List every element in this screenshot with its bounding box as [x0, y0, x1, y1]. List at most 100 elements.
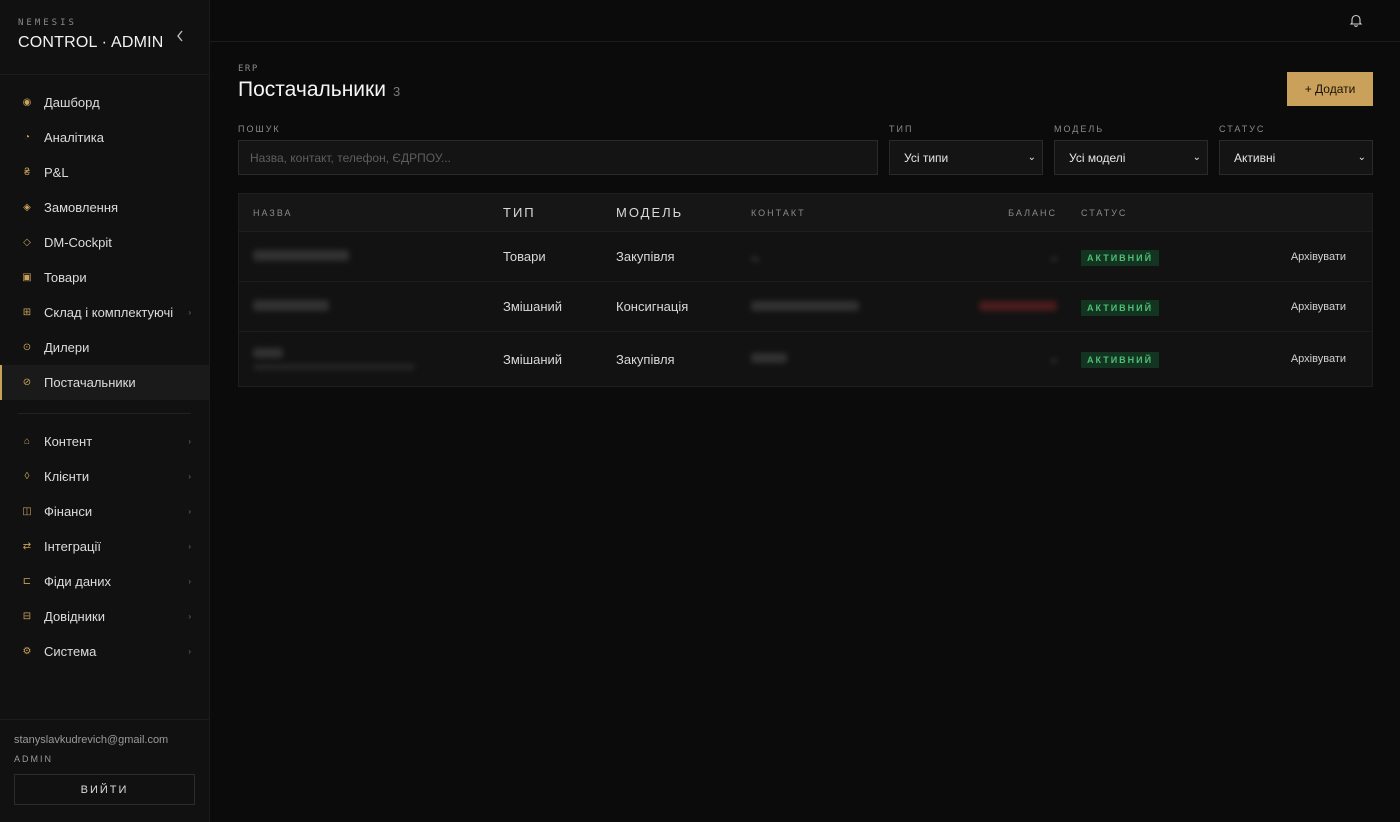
sidebar-item-dealers[interactable]: ⊙ Дилери — [0, 330, 209, 365]
sidebar-item-label: P&L — [44, 165, 69, 180]
redacted-contact — [751, 300, 859, 311]
table-row[interactable]: Змішаний Консигнація АКТИВНИЙ Архівувати — [239, 282, 1372, 332]
redacted-contact — [751, 353, 787, 363]
sidebar-item-label: Дилери — [44, 340, 90, 355]
record-count: 3 — [392, 84, 401, 99]
sidebar-item-finance[interactable]: ◫ Фінанси › — [0, 494, 209, 529]
redacted-name — [253, 249, 349, 261]
search-input[interactable] — [238, 140, 878, 175]
archive-button[interactable]: Архівувати — [1231, 353, 1372, 365]
home-icon: ⌂ — [23, 436, 31, 447]
column-header-balance[interactable]: БАЛАНС — [931, 208, 1081, 218]
bell-icon — [1349, 14, 1363, 27]
slash-circle-icon: ⊘ — [22, 377, 32, 388]
archive-button[interactable]: Архівувати — [1231, 301, 1372, 313]
caret-icon: › — [188, 647, 191, 656]
sidebar-item-label: Фіди даних — [44, 574, 111, 589]
column-header-model[interactable]: МОДЕЛЬ — [616, 205, 751, 220]
model-filter-value: Усі моделі — [1069, 150, 1126, 165]
gear-icon: ⚙ — [22, 646, 32, 657]
model-filter-label: МОДЕЛЬ — [1054, 124, 1105, 134]
collapse-sidebar-button[interactable] — [173, 29, 187, 45]
arrows-icon: ⇄ — [22, 541, 32, 552]
sidebar-item-suppliers[interactable]: ⊘ Постачальники — [0, 365, 209, 400]
diamond-outline-icon: ◇ — [23, 237, 31, 248]
redacted-balance — [1051, 359, 1057, 363]
status-badge: АКТИВНИЙ — [1081, 299, 1160, 316]
column-header-type[interactable]: ТИП — [503, 205, 616, 220]
status-filter-label: СТАТУС — [1219, 124, 1266, 134]
sidebar-item-label: Товари — [44, 270, 87, 285]
book-icon: ⊟ — [22, 611, 32, 622]
grid-icon: ⊞ — [22, 307, 32, 318]
sidebar-item-content[interactable]: ⌂ Контент › — [0, 424, 209, 459]
add-supplier-button[interactable]: + Додати — [1287, 72, 1373, 106]
caret-icon: › — [188, 308, 191, 317]
type-filter-select[interactable]: Усі типи ⌄ — [889, 140, 1043, 175]
sidebar-item-label: Контент — [44, 434, 93, 449]
diamond-icon: ◈ — [23, 202, 31, 213]
cell-type: Змішаний — [503, 351, 563, 367]
table-row[interactable]: Змішаний Закупівля АКТИВНИЙ Архівувати — [239, 332, 1372, 386]
sidebar-item-label: Довідники — [44, 609, 105, 624]
table-row[interactable]: Товари Закупівля АКТИВНИЙ Архівувати — [239, 232, 1372, 282]
column-header-status[interactable]: СТАТУС — [1081, 208, 1231, 218]
nav-divider — [18, 413, 191, 414]
coin-icon: ₴ — [24, 167, 30, 178]
model-filter-select[interactable]: Усі моделі ⌄ — [1054, 140, 1208, 175]
sidebar-nav: ◉ Дашборд ◔ Аналітика ₴ P&L ◈ Замовлення… — [0, 75, 209, 719]
sidebar-item-dm-cockpit[interactable]: ◇ DM-Cockpit — [0, 225, 209, 260]
logout-button[interactable]: ВИЙТИ — [14, 774, 195, 805]
sidebar-item-label: Замовлення — [44, 200, 119, 215]
redacted-balance — [979, 300, 1057, 311]
suppliers-table: НАЗВА ТИП МОДЕЛЬ КОНТАКТ БАЛАНС СТАТУС Т… — [238, 193, 1373, 387]
cell-model: Консигнація — [616, 299, 689, 314]
redacted-contact — [751, 256, 759, 261]
sidebar-item-label: DM-Cockpit — [44, 235, 112, 250]
sidebar-item-warehouse[interactable]: ⊞ Склад і комплектуючі › — [0, 295, 209, 330]
type-filter-label: ТИП — [889, 124, 914, 134]
sidebar: NEMESIS CONTROL · ADMIN ◉ Дашборд ◔ Анал… — [0, 0, 210, 822]
sidebar-item-products[interactable]: ▣ Товари — [0, 260, 209, 295]
sidebar-item-integrations[interactable]: ⇄ Інтеграції › — [0, 529, 209, 564]
status-filter-value: Активні — [1234, 150, 1276, 165]
columns-icon: ◫ — [22, 506, 32, 517]
caret-icon: › — [188, 507, 191, 516]
column-header-contact[interactable]: КОНТАКТ — [751, 208, 931, 218]
column-header-name[interactable]: НАЗВА — [239, 208, 503, 218]
sidebar-item-pnl[interactable]: ₴ P&L — [0, 155, 209, 190]
page-title: Постачальники — [238, 78, 386, 101]
sidebar-item-data-feeds[interactable]: ⊏ Фіди даних › — [0, 564, 209, 599]
brand: NEMESIS CONTROL · ADMIN — [0, 0, 209, 75]
sidebar-item-label: Інтеграції — [44, 539, 101, 554]
sidebar-item-orders[interactable]: ◈ Замовлення — [0, 190, 209, 225]
caret-icon: › — [188, 612, 191, 621]
chevron-left-icon — [177, 30, 183, 42]
sidebar-item-references[interactable]: ⊟ Довідники › — [0, 599, 209, 634]
caret-icon: › — [188, 437, 191, 446]
archive-button[interactable]: Архівувати — [1231, 251, 1372, 263]
sidebar-item-dashboard[interactable]: ◉ Дашборд — [0, 85, 209, 120]
sidebar-item-label: Дашборд — [44, 95, 100, 110]
main-area: ERP Постачальники 3 + Додати ПОШУК ТИП У… — [210, 0, 1400, 822]
page-content: ERP Постачальники 3 + Додати ПОШУК ТИП У… — [210, 42, 1400, 387]
chevron-down-icon: ⌄ — [1027, 152, 1036, 163]
search-label: ПОШУК — [238, 124, 281, 134]
redacted-name — [253, 348, 283, 358]
notifications-button[interactable] — [1349, 13, 1363, 27]
page-header: ERP Постачальники 3 + Додати — [238, 64, 1373, 106]
sidebar-item-system[interactable]: ⚙ Система › — [0, 634, 209, 669]
pie-icon: ◔ — [23, 132, 31, 143]
user-role: ADMIN — [14, 754, 53, 764]
cell-model: Закупівля — [616, 249, 675, 264]
target-icon: ⊙ — [22, 342, 32, 353]
sidebar-item-clients[interactable]: ◊ Клієнти › — [0, 459, 209, 494]
brand-title: CONTROL · ADMIN — [18, 34, 164, 51]
caret-icon: › — [188, 542, 191, 551]
type-filter-value: Усі типи — [904, 150, 949, 165]
sidebar-item-analytics[interactable]: ◔ Аналітика — [0, 120, 209, 155]
status-filter-select[interactable]: Активні ⌄ — [1219, 140, 1373, 175]
table-header: НАЗВА ТИП МОДЕЛЬ КОНТАКТ БАЛАНС СТАТУС — [239, 194, 1372, 232]
chevron-down-icon: ⌄ — [1192, 152, 1201, 163]
sidebar-item-label: Аналітика — [44, 130, 104, 145]
